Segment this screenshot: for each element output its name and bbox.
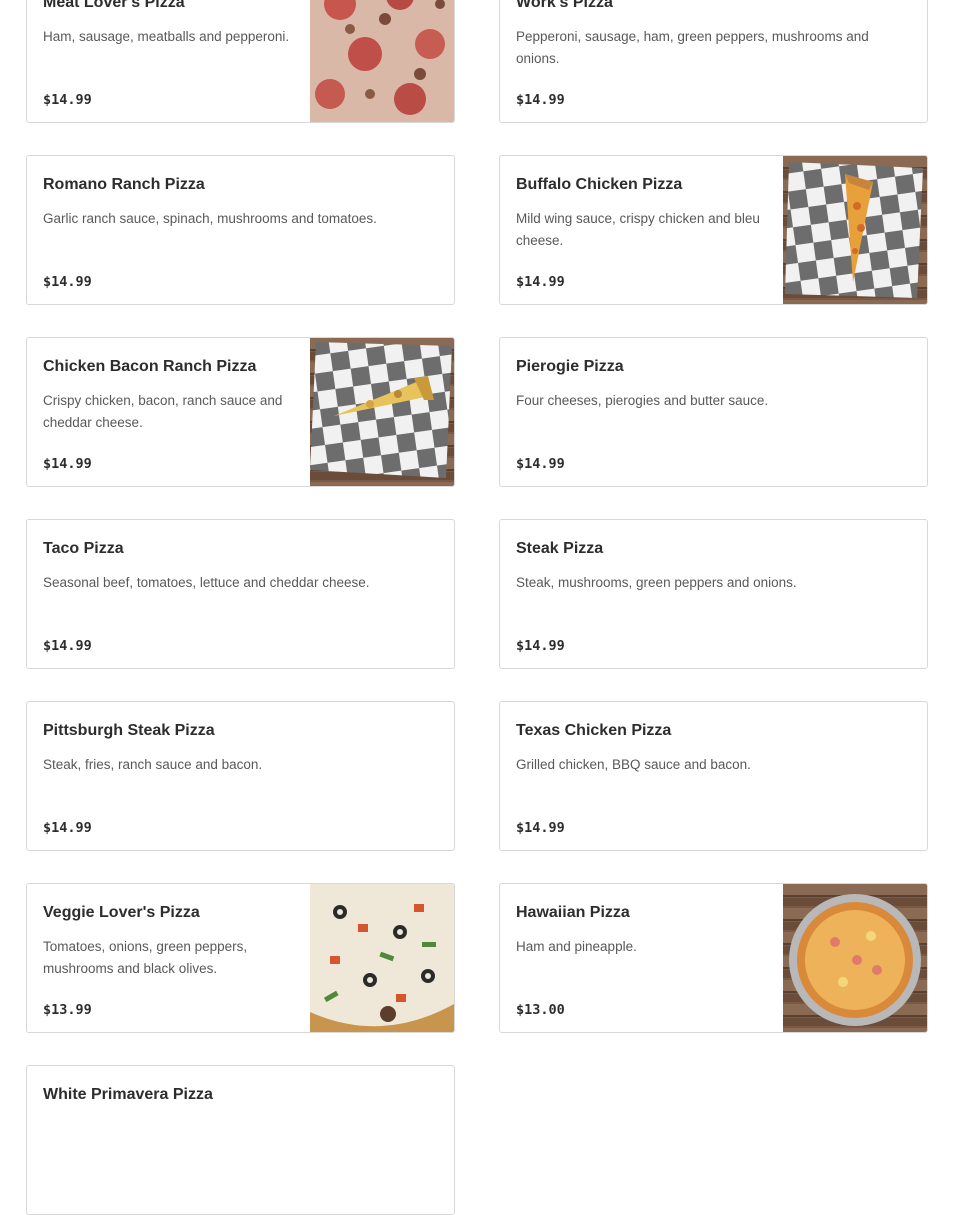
menu-item-description: Pepperoni, sausage, ham, green peppers, … <box>516 29 869 66</box>
menu-item-description: Tomatoes, onions, green peppers, mushroo… <box>43 939 248 976</box>
menu-item-description: Ham and pineapple. <box>516 939 637 954</box>
menu-item-card[interactable]: Romano Ranch Pizza Garlic ranch sauce, s… <box>26 155 455 305</box>
menu-item-name: White Primavera Pizza <box>43 1086 213 1103</box>
menu-item-name: Work's Pizza <box>516 0 613 11</box>
menu-item-name: Steak Pizza <box>516 540 604 557</box>
menu-item-price: $14.99 <box>516 638 565 654</box>
whole-pizza-photo <box>783 884 927 1032</box>
menu-item-description: Mild wing sauce, crispy chicken and bleu… <box>516 211 760 248</box>
menu-item-description: Steak, fries, ranch sauce and bacon. <box>43 757 263 772</box>
menu-item-name: Hawaiian Pizza <box>516 904 630 921</box>
pizza-slice-photo <box>310 338 454 486</box>
menu-item-name: Taco Pizza <box>43 540 124 557</box>
menu-item-price: $14.99 <box>43 638 92 654</box>
menu-item-card[interactable]: Chicken Bacon Ranch Pizza Crispy chicken… <box>26 337 455 487</box>
menu-item-description: Four cheeses, pierogies and butter sauce… <box>516 393 769 408</box>
menu-item-price: $14.99 <box>516 820 565 836</box>
menu-item-name: Meat Lover's Pizza <box>43 0 185 11</box>
menu-item-card[interactable]: Buffalo Chicken Pizza Mild wing sauce, c… <box>499 155 928 305</box>
menu-item-description: Steak, mushrooms, green peppers and onio… <box>516 575 797 590</box>
menu-item-price: $14.99 <box>43 820 92 836</box>
menu-item-price: $14.99 <box>516 274 565 290</box>
menu-item-price: $14.99 <box>43 274 92 290</box>
veggie-pizza-photo <box>310 884 454 1032</box>
menu-item-name: Veggie Lover's Pizza <box>43 904 200 921</box>
menu-item-name: Texas Chicken Pizza <box>516 722 672 739</box>
menu-item-name: Buffalo Chicken Pizza <box>516 176 683 193</box>
menu-item-price: $14.99 <box>43 92 92 108</box>
menu-item-card[interactable]: Pittsburgh Steak Pizza Steak, fries, ran… <box>26 701 455 851</box>
menu-item-card[interactable]: Work's Pizza Pepperoni, sausage, ham, gr… <box>499 0 928 123</box>
menu-item-card[interactable]: Steak Pizza Steak, mushrooms, green pepp… <box>499 519 928 669</box>
meat-pizza-photo <box>310 0 454 122</box>
menu-item-description: Ham, sausage, meatballs and pepperoni. <box>43 29 290 44</box>
menu-item-price: $14.99 <box>516 456 565 472</box>
menu-item-description: Garlic ranch sauce, spinach, mushrooms a… <box>43 211 377 226</box>
menu-item-description: Seasonal beef, tomatoes, lettuce and che… <box>43 575 370 590</box>
menu-item-name: Romano Ranch Pizza <box>43 176 205 193</box>
menu-item-card[interactable]: Pierogie Pizza Four cheeses, pierogies a… <box>499 337 928 487</box>
menu-item-price: $14.99 <box>516 92 565 108</box>
menu-item-card[interactable]: White Primavera Pizza <box>26 1065 455 1215</box>
menu-item-price: $14.99 <box>43 456 92 472</box>
menu-item-card[interactable]: Meat Lover's Pizza Ham, sausage, meatbal… <box>26 0 455 123</box>
menu-item-price: $13.00 <box>516 1002 565 1018</box>
menu-item-name: Pittsburgh Steak Pizza <box>43 722 215 739</box>
menu-item-price: $13.99 <box>43 1002 92 1018</box>
menu-item-name: Chicken Bacon Ranch Pizza <box>43 358 257 375</box>
menu-item-name: Pierogie Pizza <box>516 358 624 375</box>
menu-item-card[interactable]: Hawaiian Pizza Ham and pineapple. $13.00 <box>499 883 928 1033</box>
pizza-slice-photo <box>783 156 927 304</box>
menu-item-card[interactable]: Texas Chicken Pizza Grilled chicken, BBQ… <box>499 701 928 851</box>
menu-item-card[interactable]: Veggie Lover's Pizza Tomatoes, onions, g… <box>26 883 455 1033</box>
menu-item-description: Crispy chicken, bacon, ranch sauce and c… <box>43 393 283 430</box>
menu-item-card[interactable]: Taco Pizza Seasonal beef, tomatoes, lett… <box>26 519 455 669</box>
menu-item-description: Grilled chicken, BBQ sauce and bacon. <box>516 757 751 772</box>
